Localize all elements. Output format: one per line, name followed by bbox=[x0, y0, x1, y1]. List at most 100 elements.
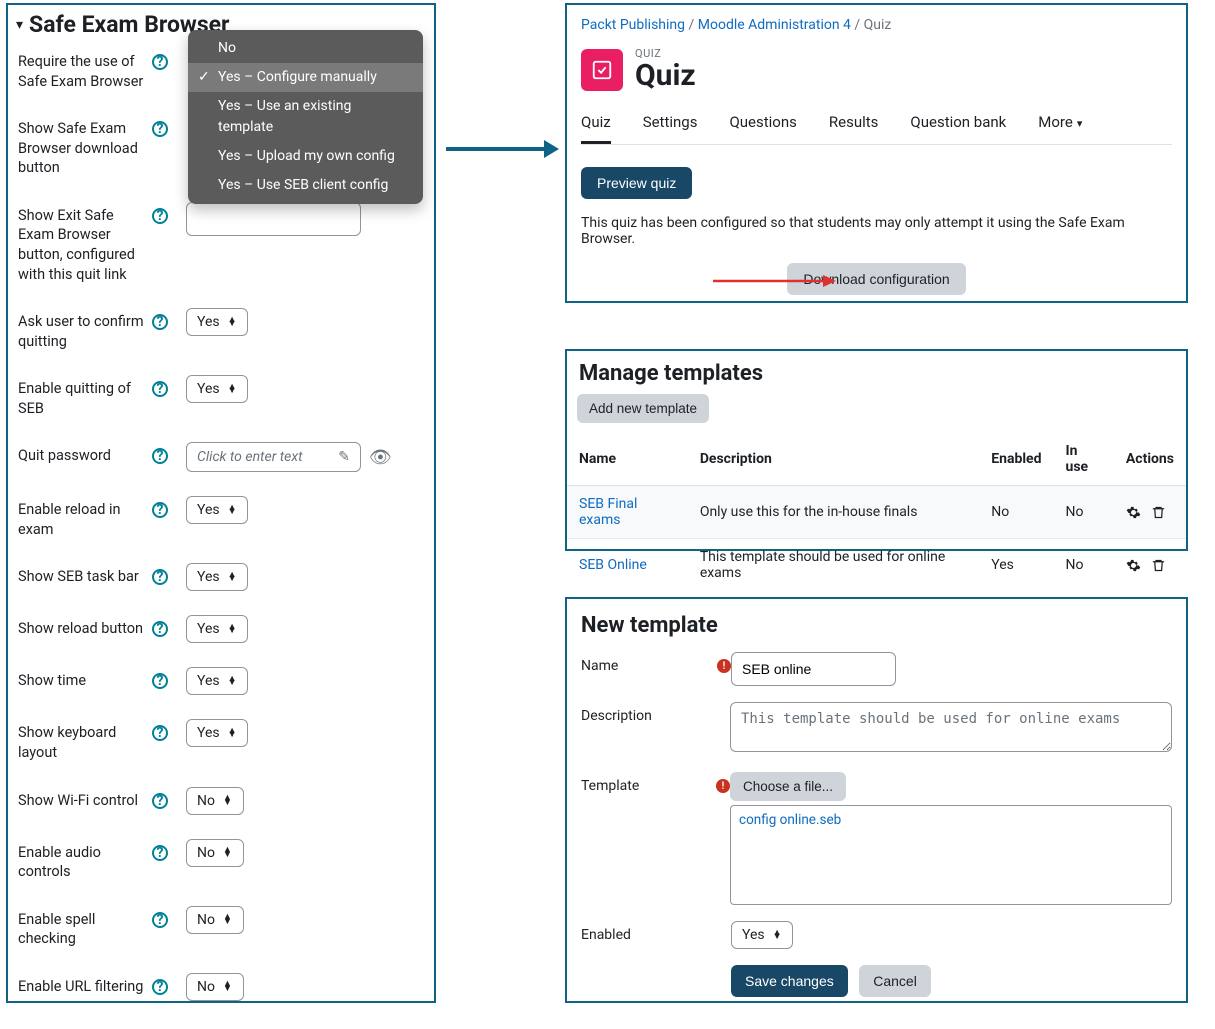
help-icon[interactable]: ? bbox=[152, 621, 168, 637]
row-nt-enabled: Enabled Yes ▲▼ bbox=[581, 921, 1172, 949]
tab-results[interactable]: Results bbox=[829, 113, 879, 144]
help-icon[interactable]: ? bbox=[152, 502, 168, 518]
quiz-icon bbox=[581, 49, 623, 91]
row-enable-reload: Enable reload in exam ? Yes ▲▼ bbox=[8, 496, 434, 539]
caret-icon: ▲▼ bbox=[223, 796, 232, 805]
nt-name-input[interactable] bbox=[731, 652, 896, 686]
preview-quiz-button[interactable]: Preview quiz bbox=[581, 167, 692, 199]
nt-desc-textarea[interactable]: This template should be used for online … bbox=[730, 702, 1172, 752]
dropdown-option[interactable]: No bbox=[188, 34, 423, 63]
exit-link-input[interactable] bbox=[186, 202, 361, 236]
select-url-filter[interactable]: No ▲▼ bbox=[186, 973, 244, 1001]
dropdown-option-selected[interactable]: Yes – Configure manually bbox=[188, 63, 423, 92]
select-nt-enabled[interactable]: Yes ▲▼ bbox=[731, 921, 793, 949]
label-wifi: Show Wi-Fi control bbox=[18, 791, 146, 811]
col-description: Description bbox=[688, 433, 979, 486]
add-new-template-button[interactable]: Add new template bbox=[577, 394, 709, 423]
file-link[interactable]: config online.seb bbox=[739, 812, 841, 828]
select-spell[interactable]: No ▲▼ bbox=[186, 906, 244, 934]
caret-icon: ▲▼ bbox=[228, 318, 237, 327]
caret-icon: ▲▼ bbox=[228, 625, 237, 634]
label-url-filter: Enable URL filtering bbox=[18, 977, 146, 997]
row-quit-password: Quit password ? Click to enter text ✎ 👁 bbox=[8, 442, 434, 472]
caret-icon: ▲▼ bbox=[228, 506, 237, 515]
template-desc: Only use this for the in-house finals bbox=[688, 486, 979, 539]
help-icon[interactable]: ? bbox=[152, 845, 168, 861]
require-seb-dropdown[interactable]: No Yes – Configure manually Yes – Use an… bbox=[188, 30, 423, 204]
label-confirm-quitting: Ask user to confirm quitting bbox=[18, 312, 146, 351]
arrow-right-icon bbox=[711, 271, 836, 291]
quit-password-input[interactable]: Click to enter text ✎ bbox=[186, 442, 361, 472]
help-icon[interactable]: ? bbox=[152, 121, 168, 137]
help-icon[interactable]: ? bbox=[152, 381, 168, 397]
dropdown-option[interactable]: Yes – Use SEB client config bbox=[188, 171, 423, 200]
tab-settings[interactable]: Settings bbox=[643, 113, 698, 144]
help-icon[interactable]: ? bbox=[152, 912, 168, 928]
chevron-down-icon: ▾ bbox=[16, 17, 23, 33]
chevron-down-icon: ▾ bbox=[1077, 117, 1083, 130]
help-icon[interactable]: ? bbox=[152, 208, 168, 224]
template-desc: This template should be used for online … bbox=[688, 539, 979, 592]
gear-icon[interactable] bbox=[1126, 558, 1141, 573]
label-audio: Enable audio controls bbox=[18, 843, 146, 882]
help-icon[interactable]: ? bbox=[152, 569, 168, 585]
trash-icon[interactable] bbox=[1151, 505, 1166, 520]
save-changes-button[interactable]: Save changes bbox=[731, 965, 848, 997]
caret-icon: ▲▼ bbox=[228, 573, 237, 582]
label-enable-reload: Enable reload in exam bbox=[18, 500, 146, 539]
label-enable-quitting: Enable quitting of SEB bbox=[18, 379, 146, 418]
help-icon[interactable]: ? bbox=[152, 793, 168, 809]
select-taskbar[interactable]: Yes ▲▼ bbox=[186, 563, 248, 591]
label-exit-button: Show Exit Safe Exam Browser button, conf… bbox=[18, 206, 146, 284]
breadcrumb-link[interactable]: Moodle Administration 4 bbox=[698, 17, 851, 33]
caret-icon: ▲▼ bbox=[228, 677, 237, 686]
seb-settings-panel: ▾ Safe Exam Browser Require the use of S… bbox=[6, 3, 436, 1003]
required-icon: ! bbox=[717, 659, 731, 673]
eye-icon[interactable]: 👁 bbox=[369, 447, 392, 468]
label-taskbar: Show SEB task bar bbox=[18, 567, 146, 587]
label-nt-enabled: Enabled bbox=[581, 927, 631, 943]
breadcrumb-link[interactable]: Packt Publishing bbox=[581, 17, 685, 33]
row-nt-actions: Save changes Cancel bbox=[581, 965, 1172, 997]
caret-icon: ▲▼ bbox=[228, 385, 237, 394]
manage-templates-heading: Manage templates bbox=[567, 361, 1186, 394]
gear-icon[interactable] bbox=[1126, 505, 1141, 520]
cancel-button[interactable]: Cancel bbox=[859, 965, 931, 997]
label-reload-button: Show reload button bbox=[18, 619, 146, 639]
template-name-link[interactable]: SEB Final exams bbox=[579, 496, 637, 528]
trash-icon[interactable] bbox=[1151, 558, 1166, 573]
select-show-time[interactable]: Yes ▲▼ bbox=[186, 667, 248, 695]
select-audio[interactable]: No ▲▼ bbox=[186, 839, 244, 867]
help-icon[interactable]: ? bbox=[152, 314, 168, 330]
help-icon[interactable]: ? bbox=[152, 725, 168, 741]
select-reload-button[interactable]: Yes ▲▼ bbox=[186, 615, 248, 643]
tab-more[interactable]: More▾ bbox=[1038, 113, 1082, 144]
table-row: SEB Online This template should be used … bbox=[567, 539, 1186, 592]
select-confirm-quitting[interactable]: Yes ▲▼ bbox=[186, 308, 248, 336]
help-icon[interactable]: ? bbox=[152, 673, 168, 689]
select-enable-quitting[interactable]: Yes ▲▼ bbox=[186, 375, 248, 403]
choose-file-button[interactable]: Choose a file... bbox=[730, 772, 846, 801]
template-name-link[interactable]: SEB Online bbox=[579, 557, 647, 573]
label-require-seb: Require the use of Safe Exam Browser bbox=[18, 52, 146, 91]
dropdown-option[interactable]: Yes – Use an existing template bbox=[188, 92, 423, 142]
select-wifi[interactable]: No ▲▼ bbox=[186, 787, 244, 815]
help-icon[interactable]: ? bbox=[152, 979, 168, 995]
caret-icon: ▲▼ bbox=[228, 729, 237, 738]
tab-quiz[interactable]: Quiz bbox=[581, 113, 611, 144]
select-enable-reload[interactable]: Yes ▲▼ bbox=[186, 496, 248, 524]
templates-table: Name Description Enabled In use Actions … bbox=[567, 433, 1186, 591]
template-enabled: Yes bbox=[979, 539, 1053, 592]
tab-question-bank[interactable]: Question bank bbox=[910, 113, 1006, 144]
dropdown-option[interactable]: Yes – Upload my own config bbox=[188, 142, 423, 171]
label-keyboard: Show keyboard layout bbox=[18, 723, 146, 762]
label-nt-name: Name bbox=[581, 658, 618, 674]
label-nt-desc: Description bbox=[581, 708, 652, 724]
manage-templates-panel: Manage templates Add new template Name D… bbox=[565, 349, 1188, 551]
help-icon[interactable]: ? bbox=[152, 448, 168, 464]
help-icon[interactable]: ? bbox=[152, 54, 168, 70]
tab-questions[interactable]: Questions bbox=[729, 113, 796, 144]
file-drop-area[interactable]: config online.seb bbox=[730, 805, 1172, 905]
select-keyboard[interactable]: Yes ▲▼ bbox=[186, 719, 248, 747]
pencil-icon: ✎ bbox=[338, 449, 350, 465]
